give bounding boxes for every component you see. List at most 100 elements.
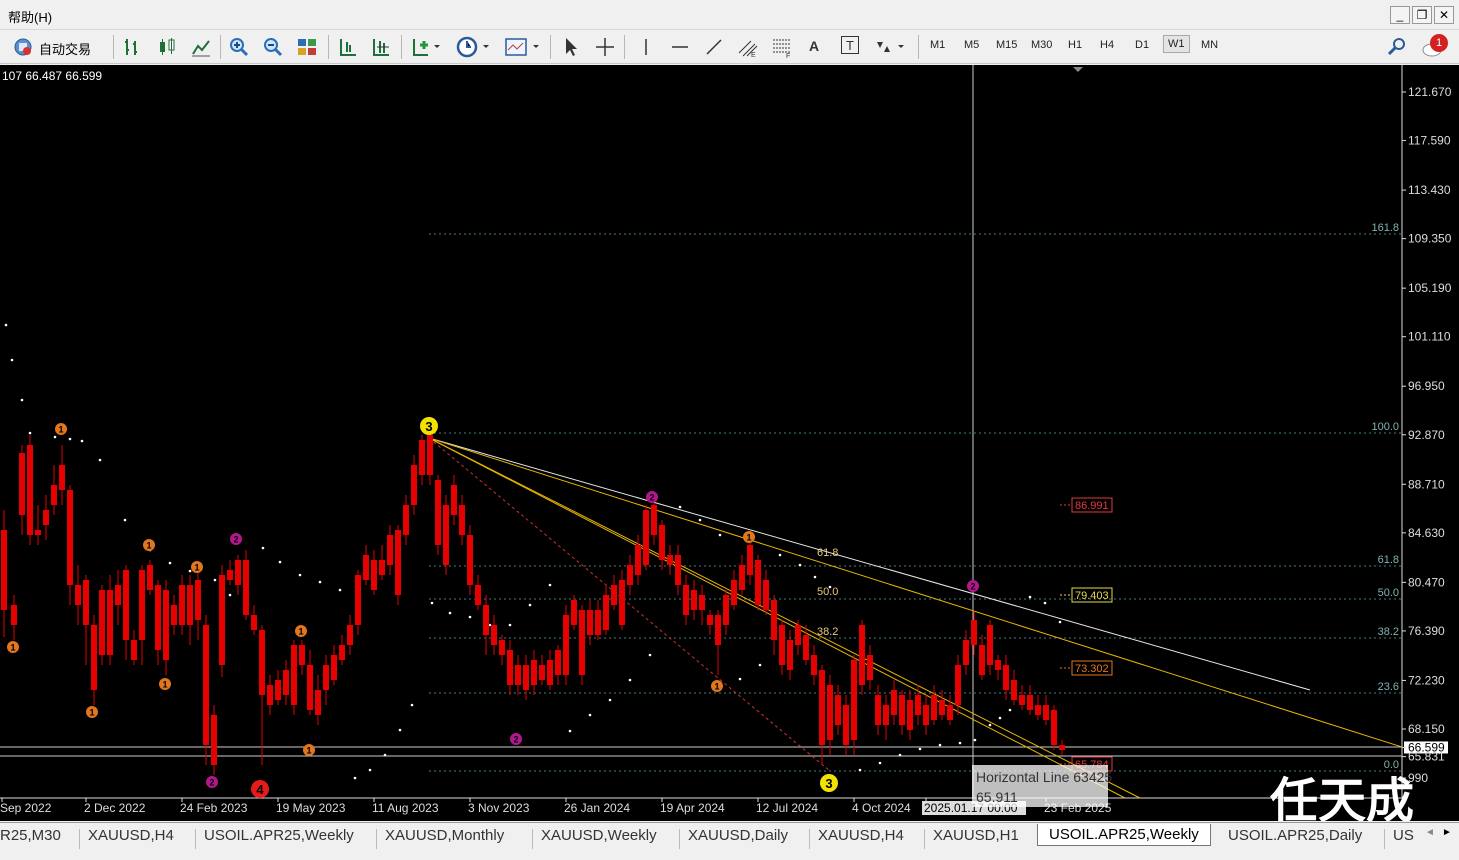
restore-button[interactable]: ❐ <box>1412 6 1432 24</box>
chart-tab[interactable]: XAUUSD,H1 <box>933 827 1019 844</box>
candlestick-chart-icon[interactable] <box>156 36 178 58</box>
text-label-tool[interactable]: T <box>841 36 859 54</box>
templates-icon[interactable] <box>504 36 542 58</box>
parabolic-sar-dot <box>410 703 414 707</box>
notifications-button[interactable]: 1 <box>1420 34 1454 58</box>
periods-clock-icon[interactable] <box>456 36 492 58</box>
price-axis-label: 117.590 <box>1408 134 1451 148</box>
timeframe-m5[interactable]: M5 <box>964 39 979 51</box>
chart-tab[interactable]: XAUUSD,H4 <box>88 827 174 844</box>
timeframe-m15[interactable]: M15 <box>996 39 1017 51</box>
parabolic-sar-dot <box>778 553 782 557</box>
auto-trading-button[interactable]: 自动交易 <box>10 36 106 58</box>
candle-body <box>67 490 73 585</box>
equidistant-channel-icon[interactable]: E <box>737 36 759 58</box>
timeframe-m30[interactable]: M30 <box>1031 39 1052 51</box>
fibonacci-retracement-icon[interactable]: F <box>771 36 793 58</box>
parabolic-sar-dot <box>828 585 832 589</box>
price-chart[interactable]: 121.670 117.590 113.430 109.350 105.190 101.1… <box>0 65 1459 828</box>
chart-tab[interactable]: XAUUSD,Weekly <box>541 827 657 844</box>
parabolic-sar-dot <box>318 580 322 584</box>
wave-label-text: 1 <box>194 563 199 573</box>
auto-scroll-icon[interactable] <box>370 36 392 58</box>
timeframe-h1[interactable]: H1 <box>1068 39 1082 51</box>
parabolic-sar-dot <box>738 677 742 681</box>
candle-body <box>803 635 809 660</box>
candle-body <box>11 605 17 625</box>
tile-windows-icon[interactable] <box>296 36 318 58</box>
candle-body <box>211 715 217 765</box>
auto-trading-label: 自动交易 <box>39 42 92 57</box>
bar-chart-icon[interactable] <box>122 36 144 58</box>
crosshair-icon[interactable] <box>594 36 616 58</box>
horizontal-line-icon[interactable] <box>669 36 691 58</box>
chart-tab[interactable]: USOIL.APR25,Daily <box>1228 827 1362 844</box>
tabs-scroll-left[interactable]: ◄ <box>1425 827 1435 838</box>
chart-shift-icon[interactable] <box>337 36 359 58</box>
tabs-scroll-right[interactable]: ► <box>1442 827 1452 838</box>
candle-body <box>227 570 233 580</box>
candle-body <box>699 595 705 610</box>
candle-body <box>171 605 177 625</box>
candle-body <box>475 585 481 605</box>
timeframe-m1[interactable]: M1 <box>930 39 945 51</box>
candle-body <box>1043 705 1049 720</box>
candle-body <box>51 485 57 505</box>
timeframe-mn[interactable]: MN <box>1201 39 1218 51</box>
candle-body <box>323 665 329 690</box>
close-button[interactable]: ✕ <box>1434 6 1454 24</box>
candle-body <box>387 535 393 565</box>
time-axis-label: 11 Aug 2023 <box>372 801 439 815</box>
timeframe-w1[interactable]: W1 <box>1163 35 1190 53</box>
candle-body <box>1035 705 1041 715</box>
wave-label-text: 1 <box>306 746 311 756</box>
candle-body <box>379 560 385 575</box>
chart-tab[interactable]: XAUUSD,H4 <box>818 827 904 844</box>
candle-body <box>547 660 553 685</box>
search-icon[interactable] <box>1386 36 1408 58</box>
zoom-out-icon[interactable] <box>262 36 284 58</box>
candle-body <box>851 660 857 740</box>
chart-tab[interactable]: USOIL.APR25,Weekly <box>1037 824 1211 846</box>
chart-tab[interactable]: XAUUSD,Monthly <box>385 827 504 844</box>
trendline-icon[interactable] <box>703 36 725 58</box>
indicators-icon[interactable] <box>410 36 440 58</box>
chart-tab[interactable]: XAUUSD,Daily <box>688 827 788 844</box>
wave-label-text: 2 <box>513 735 518 745</box>
timeframe-h4[interactable]: H4 <box>1100 39 1114 51</box>
text-tool[interactable]: A <box>809 38 819 60</box>
chart-tab[interactable]: US <box>1393 827 1414 844</box>
candle-body <box>523 665 529 690</box>
fib-level-label: 100.0 <box>1371 421 1399 433</box>
parabolic-sar-dot <box>278 560 282 564</box>
vertical-line-icon[interactable] <box>635 36 657 58</box>
minimize-button[interactable]: _ <box>1390 6 1410 24</box>
parabolic-sar-dot <box>588 713 592 717</box>
candle-body <box>107 590 113 655</box>
zoom-in-icon[interactable] <box>228 36 250 58</box>
chart-area[interactable]: 121.670 117.590 113.430 109.350 105.190 101.1… <box>0 65 1459 828</box>
auto-trading-icon <box>14 38 32 56</box>
arrows-shapes-icon[interactable] <box>874 36 908 58</box>
wave-label-text: 2 <box>970 582 975 592</box>
candle-body <box>195 580 201 620</box>
parabolic-sar-dot <box>10 358 14 362</box>
candle-body <box>939 700 945 715</box>
candle-body <box>923 705 929 725</box>
toolbar: 自动交易 E F A T M1 M5 M15 M30 H1 H4 D1 W1 MN 1 <box>0 30 1459 64</box>
chart-tab[interactable]: R25,M30 <box>0 827 61 844</box>
line-chart-icon[interactable] <box>190 36 212 58</box>
chart-tab[interactable]: USOIL.APR25,Weekly <box>204 827 354 844</box>
candle-body <box>283 670 289 695</box>
candle-body <box>827 685 833 740</box>
time-axis-label: 3 Nov 2023 <box>468 801 530 815</box>
tab-separator <box>924 829 925 849</box>
parabolic-sar-dot <box>383 753 387 757</box>
timeframe-d1[interactable]: D1 <box>1135 39 1149 51</box>
notification-count-badge: 1 <box>1430 34 1448 52</box>
wave-label-text: 4 <box>256 782 264 797</box>
menu-help[interactable]: 帮助(H) <box>8 7 52 26</box>
cursor-arrow-icon[interactable] <box>560 36 582 58</box>
candle-body <box>91 625 97 690</box>
candle-body <box>315 690 321 715</box>
